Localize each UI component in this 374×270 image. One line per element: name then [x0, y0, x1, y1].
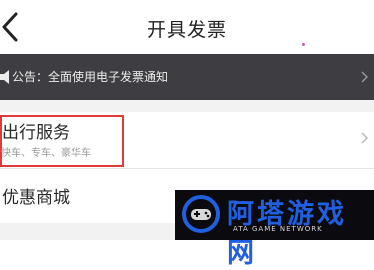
- item-title: 出行服务: [2, 123, 70, 143]
- top-bar: 开具发票: [0, 0, 374, 54]
- page-title: 开具发票: [146, 19, 227, 41]
- notice-text: 公告：全面使用电子发票通知: [12, 70, 169, 84]
- chevron-right-icon: [361, 71, 368, 83]
- item-title: 优惠商城: [2, 188, 70, 208]
- watermark-logo: 阿塔游戏网 ATA GAME NETWORK: [175, 190, 374, 269]
- dot-mark: [302, 43, 305, 46]
- item-subtitle: 快车、专车、豪华车: [1, 148, 91, 159]
- gamepad-logo-icon: [182, 195, 220, 233]
- list-item-ride-service[interactable]: 出行服务 快车、专车、豪华车: [0, 112, 374, 168]
- speaker-icon: [0, 70, 9, 84]
- section-gap: [0, 100, 374, 112]
- chevron-right-icon: [361, 132, 368, 144]
- watermark-subtitle: ATA GAME NETWORK: [233, 225, 323, 233]
- notice-bar[interactable]: 公告：全面使用电子发票通知: [0, 54, 374, 100]
